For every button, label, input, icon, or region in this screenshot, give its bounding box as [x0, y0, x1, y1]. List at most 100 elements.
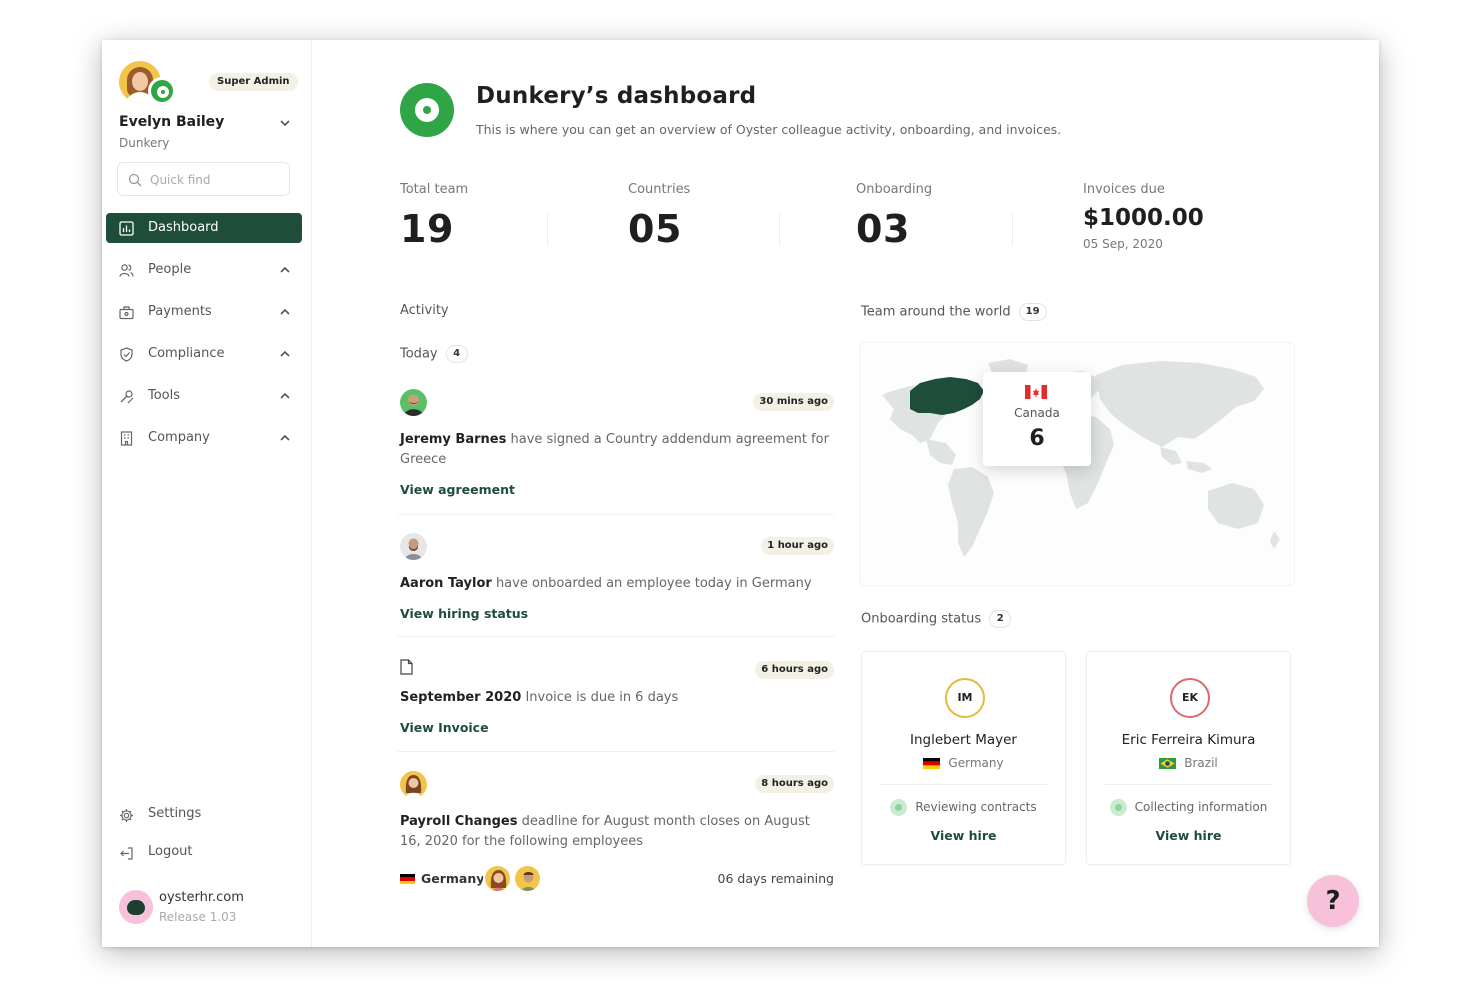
view-agreement-link[interactable]: View agreement [400, 482, 515, 497]
onboarding-card[interactable]: EK Eric Ferreira Kimura Brazil Collectin… [1086, 651, 1291, 865]
view-invoice-link[interactable]: View Invoice [400, 720, 489, 735]
logout-label: Logout [148, 844, 193, 859]
user-name[interactable]: Evelyn Bailey [119, 114, 224, 130]
gear-icon [120, 809, 133, 822]
avatar[interactable] [513, 864, 542, 893]
user-company: Dunkery [119, 136, 170, 150]
sidebar-item-label: Dashboard [148, 220, 219, 235]
app-window: Super Admin Evelyn Bailey Dunkery Dashbo… [102, 40, 1379, 947]
stat-divider [779, 212, 780, 246]
oyster-logo [119, 890, 153, 924]
sidebar-item-company[interactable]: Company [106, 423, 302, 453]
hire-country: Germany [862, 756, 1065, 770]
activity-text: September 2020 Invoice is due in 6 days [400, 690, 679, 705]
days-remaining: 06 days remaining [717, 871, 834, 886]
stat-label: Invoices due [1083, 182, 1165, 197]
avatar-initials: IM [945, 678, 985, 718]
sidebar-item-label: People [148, 262, 192, 277]
activity-text: Aaron Taylor have onboarded an employee … [400, 576, 812, 591]
status-icon [1109, 799, 1127, 816]
stat-onboarding: Onboarding 03 [856, 182, 932, 251]
avatar [400, 533, 427, 560]
divider [398, 514, 834, 515]
main-content: Dunkery’s dashboard This is where you ca… [313, 40, 1379, 947]
time-badge: 30 mins ago [753, 393, 834, 411]
chevron-up-icon[interactable] [278, 431, 292, 445]
stat-value: 03 [856, 207, 910, 251]
divider [398, 751, 834, 752]
sidebar-item-label: Payments [148, 304, 212, 319]
chevron-down-icon[interactable] [278, 116, 292, 130]
logout-icon [120, 847, 133, 860]
sidebar-item-payments[interactable]: Payments [106, 297, 302, 327]
divider [1105, 784, 1272, 785]
chevron-up-icon[interactable] [278, 305, 292, 319]
search-input[interactable] [150, 170, 285, 190]
canada-region [910, 377, 984, 415]
stat-label: Onboarding [856, 182, 933, 197]
stat-invoices-due[interactable]: Invoices due $1000.00 05 Sep, 2020 [1083, 182, 1204, 251]
world-heading: Team around the world 19 [861, 303, 1047, 321]
divider [880, 784, 1047, 785]
activity-text: Payroll Changes deadline for August mont… [400, 814, 810, 849]
payroll-country: Germany [421, 871, 485, 886]
stat-value: 05 [628, 207, 682, 251]
sidebar-item-dashboard[interactable]: Dashboard [106, 213, 302, 243]
divider [398, 636, 834, 637]
sidebar-item-label: Tools [148, 388, 181, 403]
hire-name: Inglebert Mayer [910, 732, 1017, 748]
document-icon [400, 659, 413, 675]
building-icon [120, 431, 133, 446]
avatar-initials: EK [1170, 678, 1210, 718]
sidebar-item-settings[interactable]: Settings [106, 802, 302, 828]
sidebar: Super Admin Evelyn Bailey Dunkery Dashbo… [102, 40, 312, 947]
activity-text: Jeremy Barnes have signed a Country adde… [400, 432, 829, 467]
tooltip-count: 6 [1029, 426, 1045, 451]
shield-icon [120, 347, 133, 362]
sidebar-item-tools[interactable]: Tools [106, 381, 302, 411]
hire-status: Collecting information [1087, 799, 1290, 816]
page-subtitle: This is where you can get an overview of… [476, 122, 1062, 137]
time-badge: 8 hours ago [755, 775, 834, 793]
time-badge: 6 hours ago [755, 661, 834, 679]
time-badge: 1 hour ago [761, 537, 834, 555]
germany-flag-icon [400, 874, 415, 884]
today-heading: Today 4 [400, 345, 468, 363]
sidebar-item-label: Company [148, 430, 210, 445]
tooltip-country: Canada [1014, 406, 1060, 420]
canada-flag-icon [1025, 385, 1047, 399]
view-hire-link[interactable]: View hire [1087, 828, 1290, 843]
view-hiring-status-link[interactable]: View hiring status [400, 606, 528, 621]
chevron-up-icon[interactable] [278, 347, 292, 361]
avatar[interactable] [483, 864, 512, 893]
chevron-up-icon[interactable] [278, 389, 292, 403]
germany-flag-icon [923, 758, 941, 769]
activity-item: 30 mins ago Jeremy Barnes have signed a … [400, 389, 834, 499]
activity-item: 6 hours ago September 2020 Invoice is du… [400, 657, 834, 747]
stat-label: Total team [400, 182, 469, 197]
payments-icon [119, 306, 134, 320]
chevron-up-icon[interactable] [278, 263, 292, 277]
sidebar-item-compliance[interactable]: Compliance [106, 339, 302, 369]
company-logo-badge [148, 77, 176, 105]
quick-find[interactable] [117, 162, 290, 196]
today-label: Today [400, 346, 438, 362]
company-logo [400, 83, 454, 137]
brazil-flag-icon [1159, 758, 1177, 769]
onboarding-card[interactable]: IM Inglebert Mayer Germany Reviewing con… [861, 651, 1066, 865]
role-badge: Super Admin [209, 73, 298, 91]
brand-site[interactable]: oysterhr.com [159, 890, 244, 905]
help-button[interactable]: ? [1307, 875, 1359, 927]
stat-divider [1012, 212, 1013, 246]
hire-country: Brazil [1087, 756, 1290, 770]
view-hire-link[interactable]: View hire [862, 828, 1065, 843]
people-icon [119, 264, 134, 277]
world-count: 19 [1018, 303, 1047, 321]
onboarding-count: 2 [989, 610, 1012, 628]
sidebar-item-people[interactable]: People [106, 255, 302, 285]
sidebar-item-logout[interactable]: Logout [106, 840, 302, 866]
settings-label: Settings [148, 806, 202, 821]
onboarding-heading: Onboarding status 2 [861, 610, 1012, 628]
world-title: Team around the world [861, 304, 1011, 320]
stat-value: $1000.00 [1083, 205, 1204, 231]
